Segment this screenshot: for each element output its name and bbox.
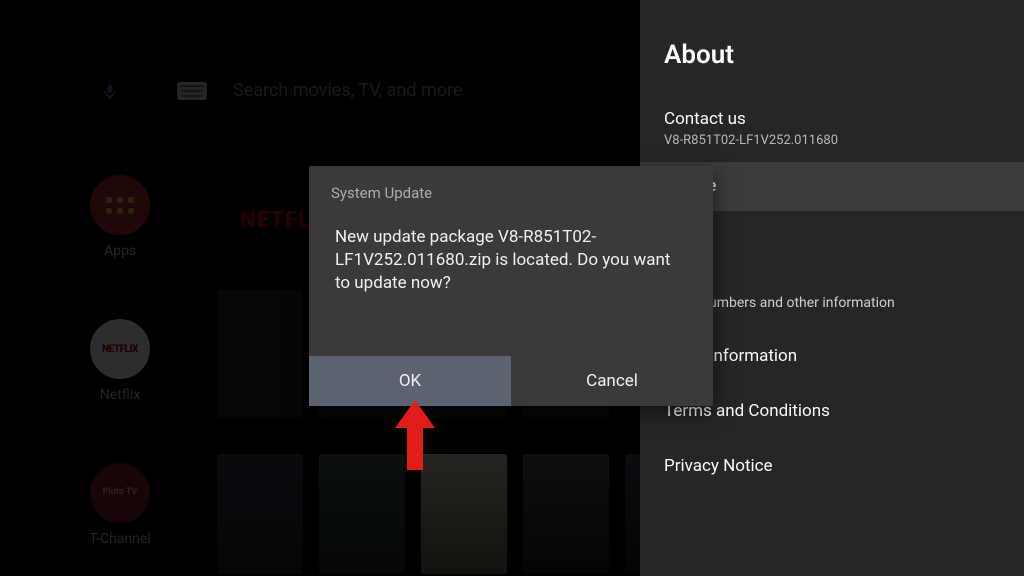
sidebar-item-title: serial numbers and other information [664, 294, 1000, 313]
system-update-dialog: System Update New update package V8-R851… [309, 166, 713, 406]
sidebar-item-privacy[interactable]: Privacy Notice [640, 442, 1024, 491]
screen: Search movies, TV, and more Apps NETFLIX… [0, 0, 1024, 576]
sidebar-item-sub: V8-R851T02-LF1V252.011680 [664, 133, 1000, 148]
sidebar-item-title: name [664, 221, 1000, 244]
dialog-title: System Update [309, 166, 713, 206]
sidebar-item-title: Terms and Conditions [664, 400, 1000, 423]
dialog-message: New update package V8-R851T02-LF1V252.01… [309, 206, 713, 356]
ok-button[interactable]: OK [309, 356, 511, 406]
sidebar-item-contact[interactable]: Contact us V8-R851T02-LF1V252.011680 [640, 98, 1024, 162]
sidebar-item-sub: / [664, 246, 1000, 261]
cancel-button[interactable]: Cancel [511, 356, 713, 406]
sidebar-item-title: Contact us [664, 108, 1000, 131]
sidebar-item-title: update [664, 175, 1000, 198]
sidebar-item-title: Legal information [664, 345, 1000, 368]
dialog-buttons: OK Cancel [309, 356, 713, 406]
sidebar-item-title: Privacy Notice [664, 455, 1000, 478]
sidebar-title: About [640, 0, 1024, 98]
